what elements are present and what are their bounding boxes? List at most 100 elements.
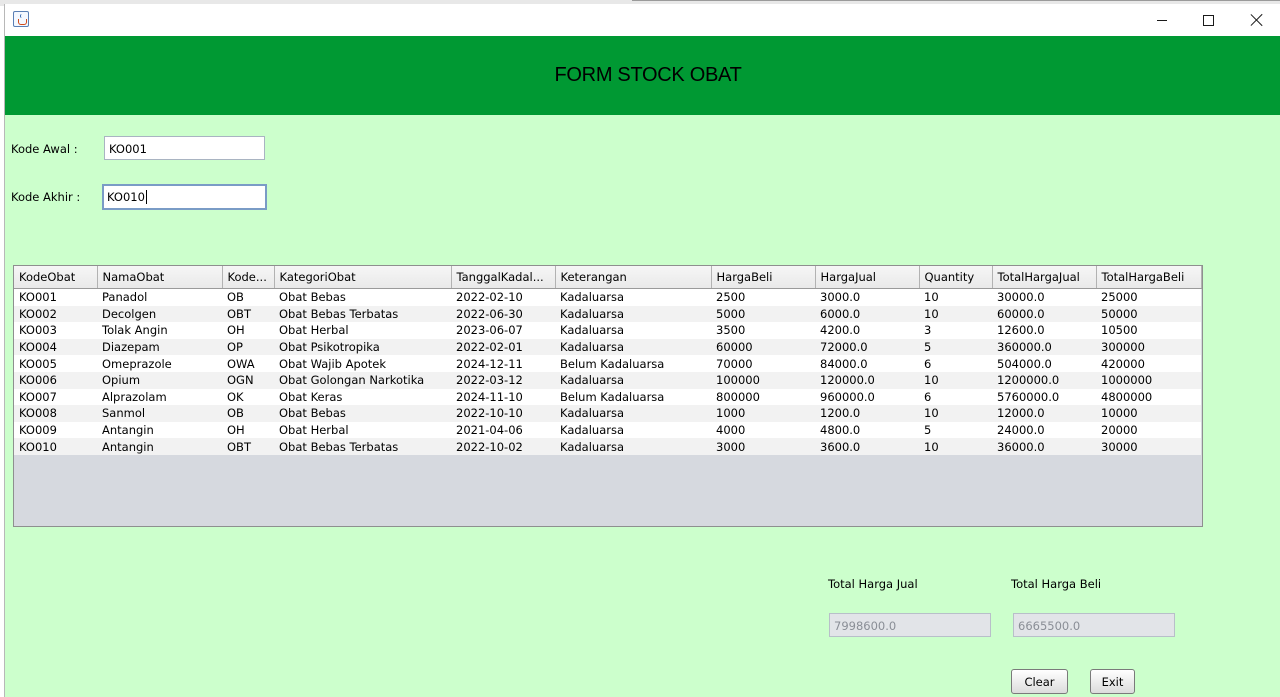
table-cell[interactable]: OB — [222, 288, 274, 306]
table-cell[interactable]: OGN — [222, 371, 274, 389]
table-cell[interactable]: 800000 — [711, 388, 815, 406]
table-column-header[interactable]: TotalHargaJual — [992, 266, 1097, 289]
table-column-header[interactable]: NamaObat — [97, 266, 223, 289]
table-row[interactable]: KO010 Antangin OBT Obat Bebas Terbatas 2022-… — [14, 438, 1201, 455]
table-cell[interactable]: 70000 — [711, 355, 815, 372]
table-column-header[interactable]: HargaBeli — [711, 266, 816, 289]
table-cell[interactable]: 2024-11-10 — [451, 388, 555, 406]
table-cell[interactable]: 504000.0 — [992, 355, 1096, 372]
table-cell[interactable]: 4000 — [711, 421, 815, 439]
table-column-header[interactable]: TotalHargaBeli — [1096, 266, 1202, 289]
table-cell[interactable]: Obat Golongan Narkotika — [274, 371, 451, 389]
table-cell[interactable]: OH — [222, 421, 274, 439]
table-cell[interactable]: KO004 — [14, 338, 97, 356]
table-cell[interactable]: 2021-04-06 — [451, 421, 555, 439]
table-cell[interactable]: 24000.0 — [992, 421, 1096, 439]
table-cell[interactable]: 2022-02-01 — [451, 338, 555, 356]
table-cell[interactable]: Tolak Angin — [97, 322, 222, 339]
table-cell[interactable]: Diazepam — [97, 338, 222, 356]
minimize-button[interactable] — [1139, 4, 1185, 36]
maximize-button[interactable] — [1185, 4, 1231, 36]
table-cell[interactable]: KO008 — [14, 405, 97, 422]
table-cell[interactable]: KO006 — [14, 371, 97, 389]
table-row[interactable]: KO002 Decolgen OBT Obat Bebas Terbatas 2022-… — [14, 305, 1201, 323]
table-cell[interactable]: Obat Bebas Terbatas — [274, 305, 451, 323]
table-cell[interactable]: 60000 — [711, 338, 815, 356]
table-cell[interactable]: 60000.0 — [992, 305, 1096, 323]
table-cell[interactable]: 4800000 — [1096, 388, 1201, 406]
kode-akhir-input[interactable]: KO010 — [102, 184, 267, 210]
table-cell[interactable]: Antangin — [97, 438, 222, 455]
table-cell[interactable]: 1200000.0 — [992, 371, 1096, 389]
table-cell[interactable]: 72000.0 — [815, 338, 919, 356]
table-cell[interactable]: 10 — [919, 405, 992, 422]
table-cell[interactable]: 1000 — [711, 405, 815, 422]
table-cell[interactable]: 10 — [919, 438, 992, 455]
table-cell[interactable]: 120000.0 — [815, 371, 919, 389]
table-cell[interactable]: 960000.0 — [815, 388, 919, 406]
table-cell[interactable]: 6 — [919, 355, 992, 372]
table-cell[interactable]: Kadaluarsa — [555, 405, 711, 422]
table-row[interactable]: KO006 Opium OGN Obat Golongan Narkotika 2022… — [14, 371, 1201, 389]
table-cell[interactable]: 3500 — [711, 322, 815, 339]
table-cell[interactable]: 2022-10-02 — [451, 438, 555, 455]
table-cell[interactable]: Alprazolam — [97, 388, 222, 406]
table-row[interactable]: KO001 Panadol OB Obat Bebas 2022-02-10 Kadalu… — [14, 288, 1201, 306]
table-row[interactable]: KO009 Antangin OH Obat Herbal 2021-04-06 Kada… — [14, 421, 1201, 439]
table-cell[interactable]: KO001 — [14, 288, 97, 306]
table-cell[interactable]: Omeprazole — [97, 355, 222, 372]
table-cell[interactable]: Obat Keras — [274, 388, 451, 406]
table-cell[interactable]: 5000 — [711, 305, 815, 323]
table-cell[interactable]: 3000.0 — [815, 288, 919, 306]
close-button[interactable] — [1234, 4, 1280, 36]
table-cell[interactable]: Opium — [97, 371, 222, 389]
table-cell[interactable]: 360000.0 — [992, 338, 1096, 356]
table-cell[interactable]: 6 — [919, 388, 992, 406]
table-column-header[interactable]: KategoriObat — [274, 266, 452, 289]
table-cell[interactable]: Kadaluarsa — [555, 322, 711, 339]
table-cell[interactable]: Obat Bebas Terbatas — [274, 438, 451, 455]
table-cell[interactable]: KO010 — [14, 438, 97, 455]
table-cell[interactable]: OBT — [222, 438, 274, 455]
table-column-header[interactable]: Kode... — [222, 266, 275, 289]
table-column-header[interactable]: Quantity — [919, 266, 993, 289]
table-cell[interactable]: Kadaluarsa — [555, 438, 711, 455]
table-column-header[interactable]: TanggalKadal... — [451, 266, 556, 289]
table-cell[interactable]: Kadaluarsa — [555, 421, 711, 439]
table-cell[interactable]: 4200.0 — [815, 322, 919, 339]
table-cell[interactable]: 5 — [919, 421, 992, 439]
clear-button[interactable]: Clear — [1011, 669, 1068, 694]
table-cell[interactable]: Obat Bebas — [274, 405, 451, 422]
table-cell[interactable]: 10 — [919, 305, 992, 323]
table-cell[interactable]: OWA — [222, 355, 274, 372]
table-cell[interactable]: 36000.0 — [992, 438, 1096, 455]
table-cell[interactable]: Kadaluarsa — [555, 338, 711, 356]
table-cell[interactable]: OK — [222, 388, 274, 406]
table-column-header[interactable]: KodeObat — [14, 266, 98, 289]
table-cell[interactable]: Obat Psikotropika — [274, 338, 451, 356]
table-cell[interactable]: Decolgen — [97, 305, 222, 323]
exit-button[interactable]: Exit — [1090, 669, 1135, 694]
table-cell[interactable]: 2022-06-30 — [451, 305, 555, 323]
table-cell[interactable]: 84000.0 — [815, 355, 919, 372]
table-cell[interactable]: 2023-06-07 — [451, 322, 555, 339]
table-cell[interactable]: 10500 — [1096, 322, 1201, 339]
table-cell[interactable]: KO003 — [14, 322, 97, 339]
table-cell[interactable]: 25000 — [1096, 288, 1201, 306]
table-cell[interactable]: KO005 — [14, 355, 97, 372]
table-cell[interactable]: Kadaluarsa — [555, 305, 711, 323]
stock-table-panel[interactable]: KodeObat NamaObat Kode... KategoriObat Tangg… — [13, 265, 1203, 527]
table-cell[interactable]: 10000 — [1096, 405, 1201, 422]
table-cell[interactable]: 1200.0 — [815, 405, 919, 422]
table-cell[interactable]: Kadaluarsa — [555, 371, 711, 389]
table-cell[interactable]: 2022-02-10 — [451, 288, 555, 306]
table-cell[interactable]: 100000 — [711, 371, 815, 389]
table-row[interactable]: KO005 Omeprazole OWA Obat Wajib Apotek 2024-… — [14, 355, 1201, 372]
table-cell[interactable]: 300000 — [1096, 338, 1201, 356]
table-column-header[interactable]: HargaJual — [815, 266, 920, 289]
table-cell[interactable]: Belum Kadaluarsa — [555, 355, 711, 372]
table-cell[interactable]: 3000 — [711, 438, 815, 455]
table-cell[interactable]: Belum Kadaluarsa — [555, 388, 711, 406]
table-cell[interactable]: 5 — [919, 338, 992, 356]
table-cell[interactable]: 3600.0 — [815, 438, 919, 455]
